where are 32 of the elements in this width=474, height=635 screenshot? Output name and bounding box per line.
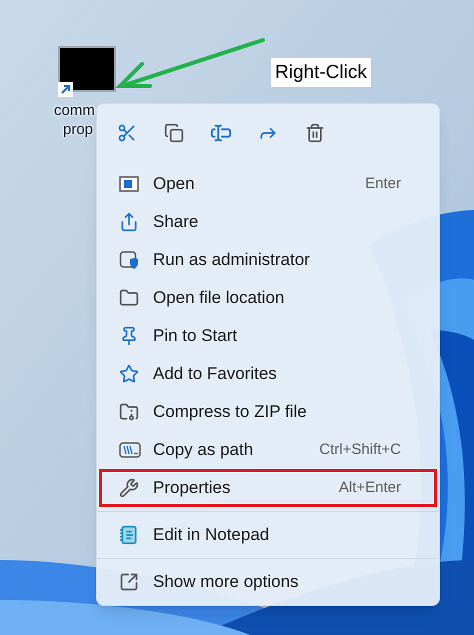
menu-item[interactable]: Open file location [103, 279, 433, 317]
menu-item[interactable]: Properties Alt+Enter [103, 472, 433, 504]
menu-item[interactable]: Edit in Notepad [103, 516, 433, 554]
shortcut-text: Alt+Enter [338, 478, 402, 498]
menu-item[interactable]: Share [103, 203, 433, 241]
scissors-icon [117, 122, 137, 142]
path-icon [119, 441, 141, 459]
menu-item[interactable]: Show more options [103, 563, 433, 601]
expand-icon [119, 572, 139, 592]
icon-label: prop [63, 120, 94, 139]
copy-icon [164, 122, 184, 142]
zip-folder-icon [119, 402, 139, 422]
icon-label: comm [54, 101, 95, 120]
menu-item[interactable]: Open Enter [103, 165, 433, 203]
shortcut-arrow-icon [58, 82, 73, 97]
menu-item[interactable]: Add to Favorites [103, 355, 433, 393]
annotation-label: Right-Click [271, 58, 371, 87]
shield-icon [119, 250, 139, 270]
wrench-icon [119, 478, 139, 498]
trash-icon [305, 122, 325, 142]
star-icon [119, 364, 139, 384]
menu-item[interactable]: Copy as path Ctrl+Shift+C [103, 431, 433, 469]
folder-icon [119, 288, 139, 308]
menu-item[interactable]: Compress to ZIP file [103, 393, 433, 431]
menu-item[interactable]: Pin to Start [103, 317, 433, 355]
app-icon[interactable] [58, 46, 116, 92]
shortcut-text: Ctrl+Shift+C [319, 440, 402, 460]
notepad-icon [119, 525, 139, 545]
window-icon [119, 176, 139, 192]
shortcut-text: Enter [365, 174, 402, 194]
share-icon [119, 212, 139, 232]
menu-item[interactable]: Run as administrator [103, 241, 433, 279]
